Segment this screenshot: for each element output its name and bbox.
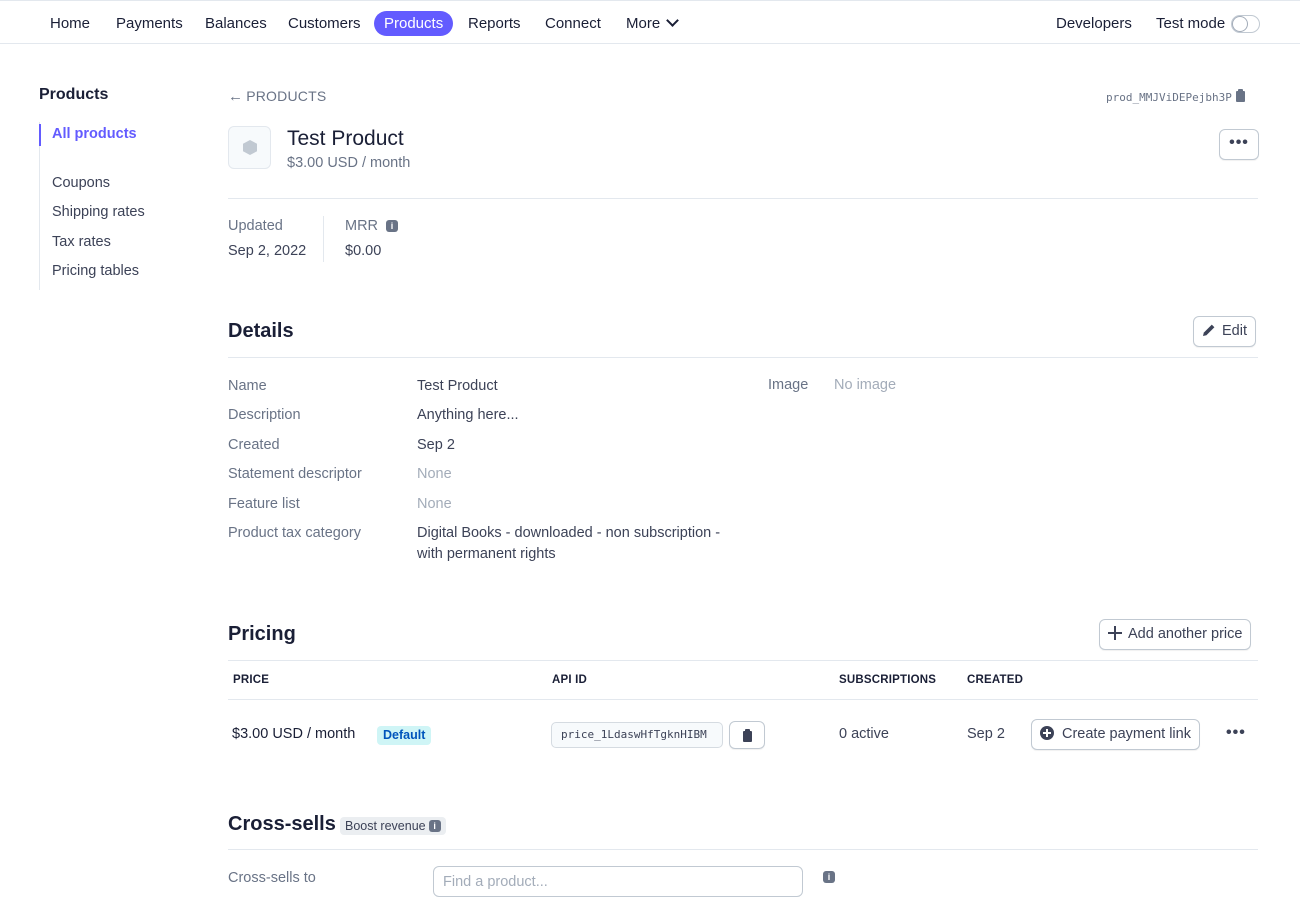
divider bbox=[228, 849, 1258, 850]
product-id-text: prod_MMJViDEPejbh3P bbox=[1106, 91, 1232, 104]
details-heading: Details bbox=[228, 320, 294, 342]
pencil-icon bbox=[1203, 324, 1215, 336]
toggle-knob bbox=[1233, 17, 1247, 31]
column-header-subscriptions: SUBSCRIPTIONS bbox=[839, 674, 937, 686]
nav-reports[interactable]: Reports bbox=[458, 11, 531, 36]
detail-label: Name bbox=[228, 378, 267, 394]
cube-icon bbox=[243, 140, 257, 155]
info-icon[interactable]: i bbox=[428, 820, 441, 832]
divider bbox=[228, 699, 1258, 700]
column-header-api-id: API ID bbox=[552, 674, 588, 686]
image-value: No image bbox=[834, 377, 897, 393]
created-cell: Sep 2 bbox=[967, 726, 1005, 742]
row-more-actions-button[interactable]: ••• bbox=[1226, 724, 1246, 742]
image-label: Image bbox=[768, 377, 809, 393]
api-id-field[interactable]: price_1LdaswHfTgknHIBM bbox=[551, 722, 723, 748]
detail-value: Digital Books - downloaded - non subscri… bbox=[417, 525, 721, 562]
detail-value: Sep 2 bbox=[417, 437, 455, 453]
sidebar-active-indicator bbox=[39, 124, 41, 146]
divider bbox=[228, 357, 1258, 358]
detail-label: Description bbox=[228, 407, 301, 423]
pricing-heading: Pricing bbox=[228, 623, 296, 645]
add-price-button[interactable]: Add another price bbox=[1099, 619, 1252, 650]
product-id[interactable]: prod_MMJViDEPejbh3P bbox=[1106, 89, 1245, 104]
top-navigation: Home Payments Balances Customers Product… bbox=[0, 0, 1300, 44]
stat-divider bbox=[323, 216, 324, 262]
page-title: Test Product bbox=[287, 127, 404, 150]
nav-payments[interactable]: Payments bbox=[106, 11, 193, 36]
sidebar-item-tax-rates[interactable]: Tax rates bbox=[52, 234, 111, 250]
mrr-label: MRR i bbox=[345, 218, 399, 234]
nav-connect[interactable]: Connect bbox=[535, 11, 611, 36]
nav-home[interactable]: Home bbox=[40, 11, 100, 36]
nav-products[interactable]: Products bbox=[374, 11, 454, 36]
arrow-left-icon: ← bbox=[228, 88, 244, 105]
mrr-label-text: MRR bbox=[345, 218, 379, 234]
product-thumbnail bbox=[228, 126, 271, 169]
plus-circle-icon bbox=[1040, 726, 1054, 740]
nav-developers[interactable]: Developers bbox=[1046, 11, 1142, 36]
sidebar-title: Products bbox=[39, 86, 109, 103]
nav-balances[interactable]: Balances bbox=[195, 11, 277, 36]
cross-sells-label: Cross-sells to bbox=[228, 870, 316, 886]
create-payment-link-label: Create payment link bbox=[1062, 726, 1191, 742]
nav-more-label: More bbox=[626, 15, 661, 32]
updated-label: Updated bbox=[228, 218, 283, 234]
clipboard-icon bbox=[743, 729, 752, 742]
nav-more[interactable]: More bbox=[616, 11, 687, 36]
edit-button[interactable]: Edit bbox=[1193, 316, 1256, 347]
detail-value: None bbox=[417, 496, 452, 512]
detail-value: None bbox=[417, 466, 452, 482]
sidebar-item-coupons[interactable]: Coupons bbox=[52, 175, 110, 191]
info-icon[interactable]: i bbox=[386, 220, 399, 232]
column-header-created: CREATED bbox=[967, 674, 1024, 686]
detail-label: Statement descriptor bbox=[228, 466, 362, 482]
boost-revenue-badge: Boost revenue i bbox=[340, 817, 446, 835]
mrr-value: $0.00 bbox=[345, 243, 382, 259]
cross-sells-heading: Cross-sells bbox=[228, 813, 336, 835]
boost-revenue-label: Boost revenue bbox=[345, 819, 426, 833]
detail-value: Test Product bbox=[417, 378, 498, 394]
detail-label: Created bbox=[228, 437, 280, 453]
detail-label: Feature list bbox=[228, 496, 300, 512]
updated-value: Sep 2, 2022 bbox=[228, 243, 307, 259]
clipboard-icon bbox=[1235, 89, 1245, 102]
more-actions-button[interactable]: ••• bbox=[1219, 129, 1259, 160]
nav-customers[interactable]: Customers bbox=[278, 11, 371, 36]
sidebar-item-shipping-rates[interactable]: Shipping rates bbox=[52, 204, 145, 220]
info-icon[interactable]: i bbox=[823, 871, 835, 883]
breadcrumb[interactable]: ← PRODUCTS bbox=[228, 88, 326, 105]
sidebar-item-pricing-tables[interactable]: Pricing tables bbox=[52, 263, 139, 279]
divider bbox=[228, 198, 1258, 199]
divider bbox=[228, 660, 1258, 661]
detail-value: Anything here... bbox=[417, 407, 519, 423]
test-mode-label: Test mode bbox=[1156, 15, 1226, 32]
default-badge: Default bbox=[377, 726, 432, 745]
find-product-input[interactable] bbox=[433, 866, 803, 897]
column-header-price: PRICE bbox=[233, 674, 270, 686]
plus-icon bbox=[1108, 626, 1122, 640]
chevron-down-icon bbox=[666, 14, 680, 27]
sidebar-rail bbox=[39, 122, 40, 290]
edit-button-label: Edit bbox=[1222, 323, 1247, 339]
create-payment-link-button[interactable]: Create payment link bbox=[1031, 719, 1200, 750]
subscriptions-cell: 0 active bbox=[839, 726, 889, 742]
price-cell: $3.00 USD / month bbox=[232, 726, 356, 742]
breadcrumb-label: PRODUCTS bbox=[246, 88, 327, 104]
detail-label: Product tax category bbox=[228, 525, 361, 541]
copy-api-id-button[interactable] bbox=[729, 721, 765, 749]
product-price-summary: $3.00 USD / month bbox=[287, 155, 411, 171]
test-mode-toggle[interactable] bbox=[1231, 15, 1260, 33]
add-price-label: Add another price bbox=[1128, 626, 1243, 642]
sidebar-item-all-products[interactable]: All products bbox=[52, 126, 137, 142]
